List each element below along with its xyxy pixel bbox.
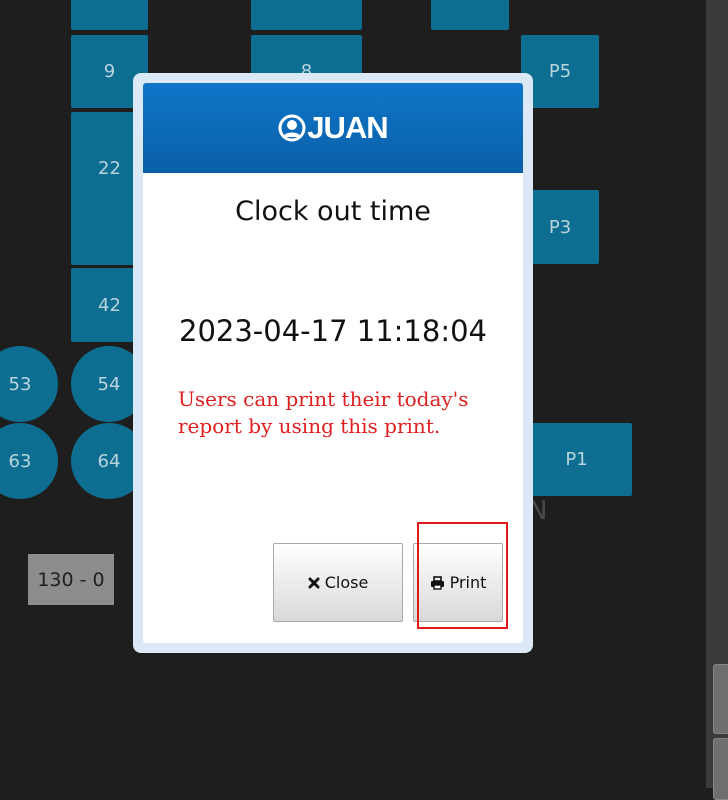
close-icon — [308, 577, 320, 589]
table-round-53[interactable]: 53 — [0, 346, 58, 422]
print-button-label: Print — [449, 573, 487, 592]
table-tile-top-2[interactable] — [251, 0, 362, 30]
print-button[interactable]: Print — [413, 543, 503, 622]
user-circle-icon — [278, 114, 306, 142]
logo: JUAN — [278, 110, 389, 146]
right-panel-button-2[interactable] — [713, 738, 728, 800]
modal-header: JUAN — [143, 83, 523, 173]
table-tile-top-3[interactable] — [431, 0, 509, 30]
logo-text: JUAN — [307, 110, 388, 145]
table-tile-top-1[interactable] — [71, 0, 148, 30]
annotation-text: Users can print their today's report by … — [178, 387, 469, 438]
printer-icon — [430, 575, 445, 590]
modal-title: Clock out time — [235, 196, 431, 227]
counter-tile[interactable]: 130 - 0 — [28, 554, 114, 605]
close-button[interactable]: Close — [273, 543, 403, 622]
close-button-label: Close — [324, 573, 369, 592]
table-round-63[interactable]: 63 — [0, 423, 58, 499]
right-panel-button-1[interactable] — [713, 664, 728, 734]
clock-out-time: 2023-04-17 11:18:04 — [179, 314, 487, 348]
